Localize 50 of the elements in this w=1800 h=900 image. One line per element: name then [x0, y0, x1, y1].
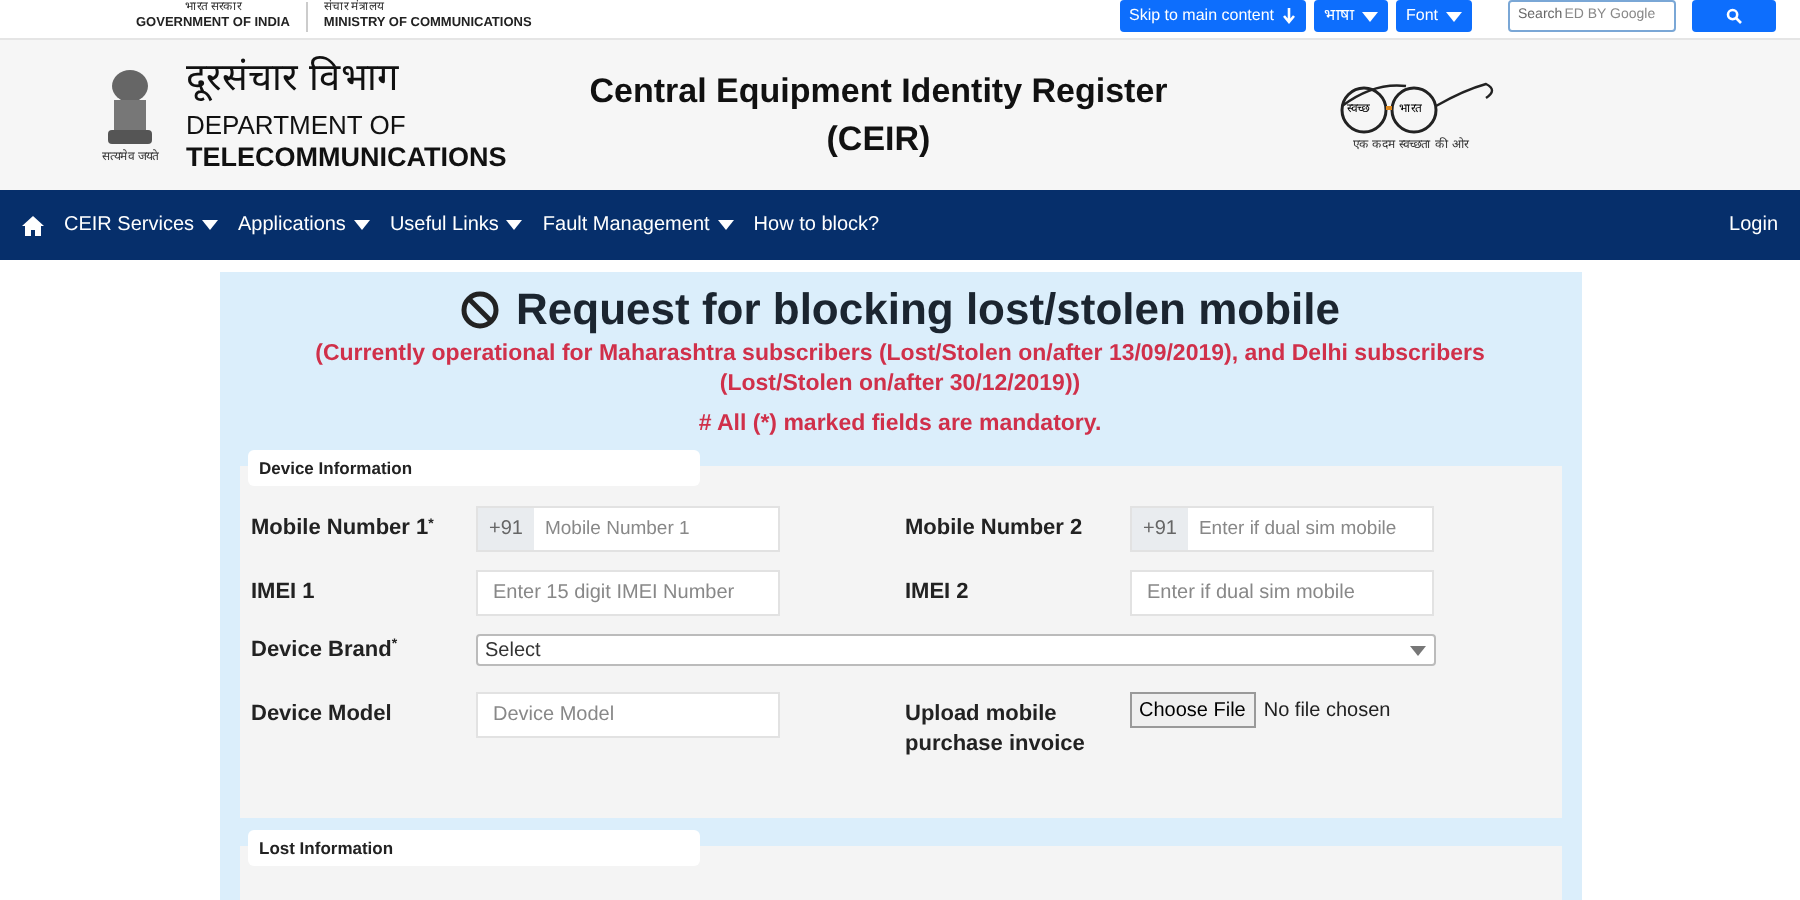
- mandatory-note: # All (*) marked fields are mandatory.: [696, 410, 1104, 440]
- site-subtitle: (CEIR): [826, 117, 931, 161]
- country-code: +91: [1131, 508, 1189, 551]
- department-hindi: दूरसंचार विभाग: [186, 57, 401, 101]
- nav-dropdown[interactable]: Applications: [238, 210, 370, 240]
- field-label: Device Brand$^{*}$: [251, 635, 400, 666]
- login-link[interactable]: Login: [1729, 210, 1778, 240]
- nav-dropdown[interactable]: Fault Management: [542, 210, 734, 240]
- field-label: Upload mobile purchase invoice: [905, 700, 1087, 761]
- field-label: Mobile Number 1$^{*}$: [251, 514, 436, 545]
- caret-icon: [202, 220, 219, 230]
- dropdown-button[interactable]: भाषा: [1313, 0, 1388, 32]
- field-label: IMEI 2: [905, 578, 971, 609]
- caret-icon: [1361, 11, 1378, 21]
- input-field[interactable]: Device Model: [475, 692, 779, 739]
- nav-dropdown[interactable]: Useful Links: [389, 210, 523, 240]
- home-icon[interactable]: [22, 215, 44, 235]
- caret-icon: [353, 220, 370, 230]
- dropdown-button[interactable]: Font: [1395, 0, 1472, 32]
- department-name-bold: TELECOMMUNICATIONS: [186, 141, 507, 173]
- department-name: DEPARTMENT OF: [186, 107, 408, 141]
- input-field[interactable]: Enter 15 digit IMEI Number: [475, 570, 779, 617]
- section-legend: Device Information: [247, 450, 699, 487]
- mobile-input[interactable]: Mobile Number 1: [534, 508, 777, 551]
- input-field[interactable]: Enter if dual sim mobile: [1129, 570, 1433, 617]
- nav-link[interactable]: How to block?: [753, 210, 880, 240]
- field-label: IMEI 1: [251, 578, 317, 609]
- block-icon: [460, 290, 501, 330]
- choose-file-button[interactable]: Choose File: [1129, 692, 1256, 729]
- page-title: Request for blocking lost/stolen mobile: [516, 282, 1340, 338]
- notice-text: (Currently operational for Maharashtra subscribers (Lost/Stolen on/after 13/09/2019), and Delhi subscribers (Lost/Stolen on/after 30/12/2019)): [313, 340, 1487, 400]
- mobile-input[interactable]: Enter if dual sim mobile: [1188, 508, 1431, 551]
- arrow-down-icon: [1281, 8, 1296, 24]
- file-status: No file chosen: [1263, 697, 1391, 726]
- site-title: Central Equipment Identity Register: [589, 69, 1168, 114]
- section-legend: Lost Information: [247, 830, 699, 867]
- nav-dropdown[interactable]: CEIR Services: [64, 210, 219, 240]
- search-button[interactable]: [1692, 0, 1776, 32]
- caret-icon: [1409, 645, 1425, 656]
- search-icon: [1726, 8, 1742, 24]
- phone-field[interactable]: +91 Enter if dual sim mobile: [1129, 506, 1433, 553]
- skip-button[interactable]: Skip to main content: [1119, 0, 1306, 32]
- caret-icon: [1446, 11, 1462, 21]
- phone-field[interactable]: +91 Mobile Number 1: [475, 506, 779, 553]
- country-code: +91: [477, 508, 535, 551]
- caret-icon: [506, 220, 523, 230]
- brand-select[interactable]: Select: [475, 634, 1435, 667]
- caret-icon: [717, 220, 734, 230]
- field-label: Mobile Number 2: [905, 514, 1085, 545]
- field-label: Device Model: [251, 700, 394, 731]
